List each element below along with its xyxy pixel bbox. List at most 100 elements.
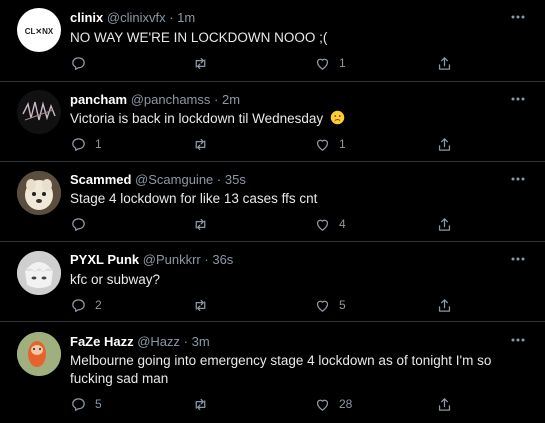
tweet-text: NO WAY WE'RE IN LOCKDOWN NOOO ;(: [70, 30, 328, 45]
avatar[interactable]: CL✕NX: [17, 8, 61, 52]
reply-icon: [72, 397, 85, 411]
like-icon: [316, 139, 329, 151]
like-count: 5: [339, 298, 346, 312]
retweet-button[interactable]: [192, 295, 217, 315]
more-icon[interactable]: [510, 12, 526, 22]
like-count: 28: [339, 397, 353, 411]
like-count: 4: [339, 217, 346, 231]
separator: ·: [204, 252, 209, 267]
retweet-icon: [195, 138, 206, 150]
display-name[interactable]: pancham: [70, 92, 127, 107]
tweet-feed: CL✕NX clinix @clinixvfx · 1m NO WAY WE'R…: [0, 0, 545, 423]
reply-button[interactable]: 1: [70, 134, 102, 154]
timestamp[interactable]: 36s: [212, 252, 233, 267]
retweet-icon: [195, 218, 206, 230]
reply-button[interactable]: 5: [70, 394, 102, 414]
like-icon: [316, 300, 329, 312]
display-name[interactable]: PYXL Punk: [70, 252, 139, 267]
retweet-icon: [195, 57, 206, 69]
avatar[interactable]: [17, 171, 61, 215]
display-name[interactable]: Scammed: [70, 172, 131, 187]
timestamp[interactable]: 3m: [192, 334, 210, 349]
share-button[interactable]: [436, 134, 453, 154]
share-button[interactable]: [436, 295, 453, 315]
tweet-text: Victoria is back in lockdown til Wednesd…: [70, 110, 510, 128]
more-icon[interactable]: [510, 94, 526, 104]
retweet-button[interactable]: [192, 394, 217, 414]
avatar-graffiti-image: [22, 101, 56, 121]
timestamp[interactable]: 1m: [177, 10, 195, 25]
tweet-text: kfc or subway?: [70, 272, 161, 287]
tweet-header: Scammed @Scamguine · 35s: [70, 172, 246, 187]
tweet-actions: 1: [64, 53, 484, 73]
slightly-frowning-face-icon: [330, 110, 345, 125]
handle[interactable]: @Punkkrr: [143, 252, 201, 267]
share-icon: [438, 397, 451, 411]
timestamp[interactable]: 35s: [225, 172, 246, 187]
avatar[interactable]: [17, 90, 61, 134]
share-button[interactable]: [436, 214, 453, 234]
avatar-dog-image: [17, 171, 61, 215]
tweet-card[interactable]: FaZe Hazz @Hazz · 3m Melbourne going int…: [0, 322, 545, 423]
reply-button[interactable]: 2: [70, 295, 102, 315]
avatar-logo-image: CL✕NX: [25, 27, 54, 36]
like-button[interactable]: 1: [314, 134, 346, 154]
separator: ·: [169, 10, 174, 25]
timestamp[interactable]: 2m: [222, 92, 240, 107]
tweet-text-line: fucking sad man: [70, 371, 169, 386]
tweet-text: Stage 4 lockdown for like 13 cases ffs c…: [70, 191, 318, 206]
share-icon: [438, 298, 451, 312]
display-name[interactable]: clinix: [70, 10, 103, 25]
tweet-actions: 2 5: [64, 295, 484, 315]
handle[interactable]: @panchamss: [131, 92, 211, 107]
reply-count: 2: [95, 298, 102, 312]
more-icon[interactable]: [510, 254, 526, 264]
like-count: 1: [339, 56, 346, 70]
more-icon[interactable]: [510, 174, 526, 184]
reply-icon: [72, 298, 85, 312]
avatar-character-image: [17, 251, 61, 295]
tweet-header: FaZe Hazz @Hazz · 3m: [70, 334, 210, 349]
share-icon: [438, 137, 451, 151]
tweet-text-content: Victoria is back in lockdown til Wednesd…: [70, 111, 324, 126]
reply-button[interactable]: [70, 53, 95, 73]
tweet-text-line: Melbourne going into emergency stage 4 l…: [70, 353, 492, 368]
avatar[interactable]: [17, 251, 61, 295]
reply-icon: [72, 56, 85, 70]
reply-count: 1: [95, 137, 102, 151]
tweet-card[interactable]: pancham @panchamss · 2m Victoria is back…: [0, 82, 545, 162]
retweet-button[interactable]: [192, 214, 217, 234]
retweet-button[interactable]: [192, 134, 217, 154]
handle[interactable]: @Scamguine: [135, 172, 213, 187]
retweet-button[interactable]: [192, 53, 217, 73]
handle[interactable]: @Hazz: [137, 334, 180, 349]
share-icon: [438, 217, 451, 231]
handle[interactable]: @clinixvfx: [107, 10, 166, 25]
avatar-person-image: [17, 332, 61, 376]
reply-button[interactable]: [70, 214, 95, 234]
retweet-icon: [195, 299, 206, 311]
tweet-actions: 4: [64, 214, 484, 234]
separator: ·: [214, 92, 219, 107]
tweet-card[interactable]: CL✕NX clinix @clinixvfx · 1m NO WAY WE'R…: [0, 0, 545, 82]
share-button[interactable]: [436, 53, 453, 73]
tweet-header: pancham @panchamss · 2m: [70, 92, 240, 107]
share-icon: [438, 56, 451, 70]
like-button[interactable]: 4: [314, 214, 346, 234]
tweet-card[interactable]: PYXL Punk @Punkkrr · 36s kfc or subway? …: [0, 242, 545, 322]
avatar[interactable]: [17, 332, 61, 376]
like-icon: [316, 399, 329, 411]
display-name[interactable]: FaZe Hazz: [70, 334, 134, 349]
like-button[interactable]: 5: [314, 295, 346, 315]
like-button[interactable]: 1: [314, 53, 346, 73]
tweet-card[interactable]: Scammed @Scamguine · 35s Stage 4 lockdow…: [0, 162, 545, 242]
svg-text:CL✕NX: CL✕NX: [25, 27, 54, 36]
like-icon: [316, 219, 329, 231]
share-button[interactable]: [436, 394, 453, 414]
separator: ·: [216, 172, 222, 187]
retweet-icon: [195, 398, 206, 410]
tweet-actions: 5 28: [64, 394, 484, 414]
like-button[interactable]: 28: [314, 394, 352, 414]
more-icon[interactable]: [510, 335, 526, 345]
tweet-text: Melbourne going into emergency stage 4 l…: [70, 352, 510, 388]
